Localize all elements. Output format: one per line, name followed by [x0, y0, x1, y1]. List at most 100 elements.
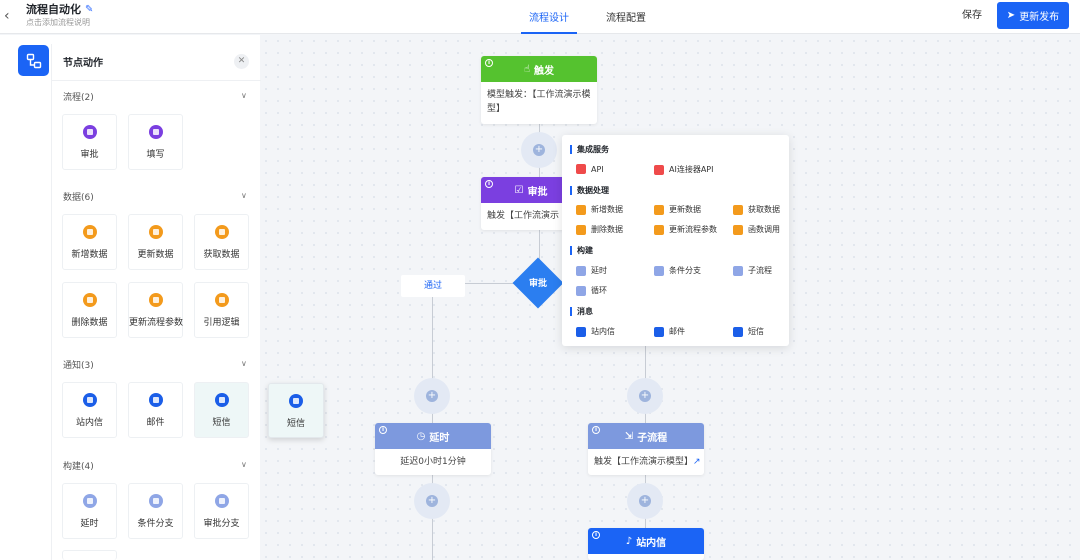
flow-title[interactable]: 流程自动化 ✎ [26, 2, 93, 17]
menu-item-sms[interactable]: 短信 [733, 326, 764, 337]
add-node-button[interactable]: + [414, 378, 450, 414]
menu-item-condition[interactable]: 条件分支 [654, 265, 701, 276]
add-node-button[interactable]: + [627, 483, 663, 519]
inbox-node[interactable]: i ♪ 站内信 [588, 528, 704, 560]
mail-icon [148, 393, 163, 407]
plus-icon: + [639, 495, 651, 507]
trigger-node-header: i ☝ 触发 [481, 56, 597, 82]
node-actions-toggle[interactable] [18, 45, 49, 76]
menu-item-label: 延时 [591, 266, 607, 275]
info-icon[interactable]: i [592, 426, 600, 434]
menu-item-label: 循环 [591, 286, 607, 295]
tile-sms[interactable]: 短信 [194, 382, 249, 438]
fill-icon [148, 125, 163, 139]
clock-icon [82, 494, 97, 508]
menu-item-delete-data[interactable]: 删除数据 [576, 224, 623, 235]
dragging-sms-tile[interactable]: 短信 [268, 383, 324, 438]
node-actions-panel: 节点动作 ✕ 流程(2) ∨ 审批 填写 数据(6) ∨ 新增数据 更新数据 获… [51, 44, 261, 560]
ai-icon [654, 164, 664, 175]
tile-reference-logic[interactable]: 引用逻辑 [194, 282, 249, 338]
add-node-button[interactable]: + [521, 132, 557, 168]
menu-item-subflow[interactable]: 子流程 [733, 265, 772, 276]
menu-item-label: 新增数据 [591, 205, 623, 214]
tile-approve[interactable]: 审批 [62, 114, 117, 170]
open-link-icon[interactable]: ↗ [693, 457, 701, 467]
tile-get-data[interactable]: 获取数据 [194, 214, 249, 270]
subflow-body-text: 触发【工作流演示模型】 [594, 457, 694, 467]
flow-description[interactable]: 点击添加流程说明 [26, 17, 93, 29]
chevron-down-icon[interactable]: ∨ [241, 191, 247, 200]
publish-button[interactable]: ➤ 更新发布 [997, 2, 1069, 29]
info-icon[interactable]: i [485, 180, 493, 188]
tile-delete-data[interactable]: 删除数据 [62, 282, 117, 338]
back-arrow-icon[interactable]: ‹ [4, 7, 18, 27]
menu-item-update-params[interactable]: 更新流程参数 [654, 224, 717, 235]
tile-add-data[interactable]: 新增数据 [62, 214, 117, 270]
menu-item-label: 邮件 [669, 327, 685, 336]
trigger-node[interactable]: i ☝ 触发 模型触发：【工作流演示模型】 [481, 56, 597, 124]
menu-item-delay[interactable]: 延时 [576, 265, 607, 276]
tile-update-data[interactable]: 更新数据 [128, 214, 183, 270]
tile-delay[interactable]: 延时 [62, 483, 117, 539]
chevron-down-icon[interactable]: ∨ [241, 91, 247, 100]
branch-icon [148, 494, 163, 508]
tile-condition-branch[interactable]: 条件分支 [128, 483, 183, 539]
menu-item-loop[interactable]: 循环 [576, 285, 607, 296]
tile-fill[interactable]: 填写 [128, 114, 183, 170]
divider [52, 80, 261, 81]
approval-icon: ☑ [514, 184, 524, 196]
approval-branch-label: 审批 [528, 279, 547, 289]
clock-icon: ◷ [416, 430, 426, 442]
menu-group-integration: 集成服务 [570, 145, 609, 154]
close-icon[interactable]: ✕ [234, 54, 249, 69]
edit-pencil-icon[interactable]: ✎ [85, 2, 93, 17]
menu-item-ai-connector[interactable]: AI连接器API [654, 164, 714, 175]
chevron-down-icon[interactable]: ∨ [241, 460, 247, 469]
add-node-button[interactable]: + [414, 483, 450, 519]
logic-icon [214, 293, 229, 307]
tile-label: 获取数据 [203, 250, 240, 260]
menu-item-function-call[interactable]: 函数调用 [733, 224, 780, 235]
menu-item-get-data[interactable]: 获取数据 [733, 204, 780, 215]
menu-item-add-data[interactable]: 新增数据 [576, 204, 623, 215]
delay-node[interactable]: i ◷ 延时 延迟0小时1分钟 [375, 423, 491, 475]
menu-item-label: AI连接器API [669, 165, 714, 174]
save-button[interactable]: 保存 [955, 4, 989, 28]
menu-item-label: 获取数据 [748, 205, 780, 214]
menu-item-inbox[interactable]: 站内信 [576, 326, 615, 337]
menu-item-label: 短信 [748, 327, 764, 336]
tile-update-params[interactable]: 更新流程参数 [128, 282, 183, 338]
tile-email[interactable]: 邮件 [128, 382, 183, 438]
add-node-button[interactable]: + [627, 378, 663, 414]
info-icon[interactable]: i [592, 531, 600, 539]
params-icon [148, 293, 163, 307]
tile-partial[interactable] [62, 550, 117, 560]
plus-icon: + [533, 144, 545, 156]
trigger-body: 模型触发：【工作流演示模型】 [487, 90, 591, 114]
tile-inbox[interactable]: 站内信 [62, 382, 117, 438]
plus-icon: + [426, 495, 438, 507]
info-icon[interactable]: i [379, 426, 387, 434]
tab-flow-design[interactable]: 流程设计 [521, 0, 577, 34]
info-icon[interactable]: i [485, 59, 493, 67]
menu-item-email[interactable]: 邮件 [654, 326, 685, 337]
tile-label: 短信 [212, 418, 231, 428]
params-icon [654, 224, 664, 235]
flow-title-text: 流程自动化 [26, 3, 81, 16]
menu-item-update-data[interactable]: 更新数据 [654, 204, 701, 215]
approve-icon [82, 125, 97, 139]
menu-item-api[interactable]: API [576, 164, 604, 174]
loop-icon [576, 285, 586, 296]
tab-flow-config[interactable]: 流程配置 [600, 0, 652, 34]
subflow-body: 触发【工作流演示模型】↗ [588, 449, 704, 475]
chevron-down-icon[interactable]: ∨ [241, 359, 247, 368]
pass-branch-label[interactable]: 通过 [401, 275, 465, 297]
update-data-icon [148, 225, 163, 239]
menu-item-label: 删除数据 [591, 225, 623, 234]
send-icon: ➤ [1006, 10, 1016, 21]
tile-label: 条件分支 [137, 519, 174, 529]
tile-approval-branch[interactable]: 审批分支 [194, 483, 249, 539]
subflow-node[interactable]: i ⇲ 子流程 触发【工作流演示模型】↗ [588, 423, 704, 475]
tile-label: 邮件 [146, 418, 165, 428]
delete-data-icon [576, 224, 586, 235]
